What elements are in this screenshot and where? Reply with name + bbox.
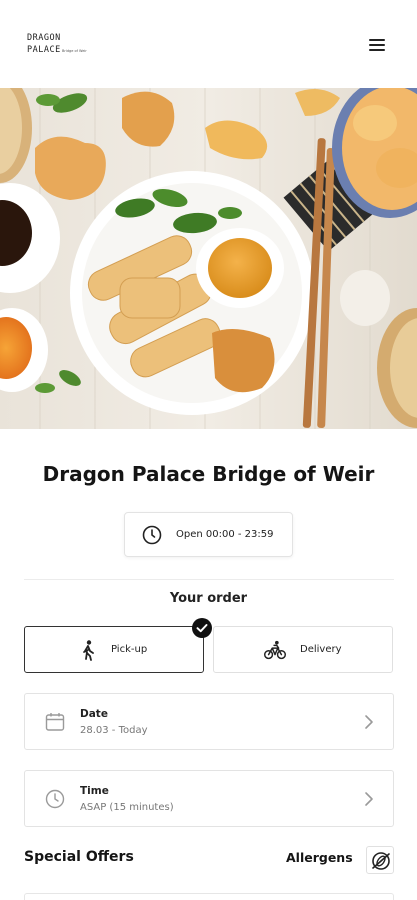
- hero-illustration: [0, 88, 417, 429]
- restaurant-name: Dragon Palace Bridge of Weir: [42, 462, 375, 486]
- time-value: ASAP (15 minutes): [80, 802, 174, 813]
- offer-card[interactable]: [24, 893, 394, 900]
- no-allergen-icon[interactable]: [366, 846, 394, 874]
- chevron-right-icon: [365, 792, 373, 806]
- delivery-button[interactable]: Delivery: [213, 626, 393, 673]
- logo-text-line1: DRAGON: [27, 33, 61, 43]
- date-label: Date: [80, 708, 108, 720]
- time-label: Time: [80, 785, 109, 797]
- time-selector[interactable]: Time ASAP (15 minutes): [24, 770, 394, 827]
- date-selector[interactable]: Date 28.03 - Today: [24, 693, 394, 750]
- clock-icon: [45, 789, 65, 809]
- calendar-icon: [45, 713, 65, 731]
- hamburger-menu-icon[interactable]: [367, 36, 387, 54]
- special-offers-heading: Special Offers: [24, 849, 134, 865]
- hero-food-image: [0, 88, 417, 429]
- logo-text-line2: PALACE: [27, 45, 61, 55]
- opening-hours-text: Open 00:00 - 23:59: [176, 529, 274, 540]
- date-value: 28.03 - Today: [80, 725, 148, 736]
- pickup-label: Pick-up: [111, 644, 148, 655]
- logo[interactable]: DRAGON PALACE Bridge of Weir: [27, 33, 97, 59]
- chevron-right-icon: [365, 715, 373, 729]
- opening-hours-badge: Open 00:00 - 23:59: [124, 512, 293, 557]
- header: DRAGON PALACE Bridge of Weir: [0, 0, 417, 88]
- divider: [24, 579, 394, 580]
- selected-check-icon: [192, 618, 212, 638]
- bicycle-icon: [264, 640, 286, 660]
- your-order-title: Your order: [169, 591, 248, 606]
- allergens-link[interactable]: Allergens: [286, 850, 353, 865]
- walking-person-icon: [83, 640, 94, 661]
- pickup-button[interactable]: Pick-up: [24, 626, 204, 673]
- clock-icon: [142, 525, 162, 545]
- delivery-label: Delivery: [300, 644, 342, 655]
- logo-subtitle: Bridge of Weir: [62, 49, 87, 53]
